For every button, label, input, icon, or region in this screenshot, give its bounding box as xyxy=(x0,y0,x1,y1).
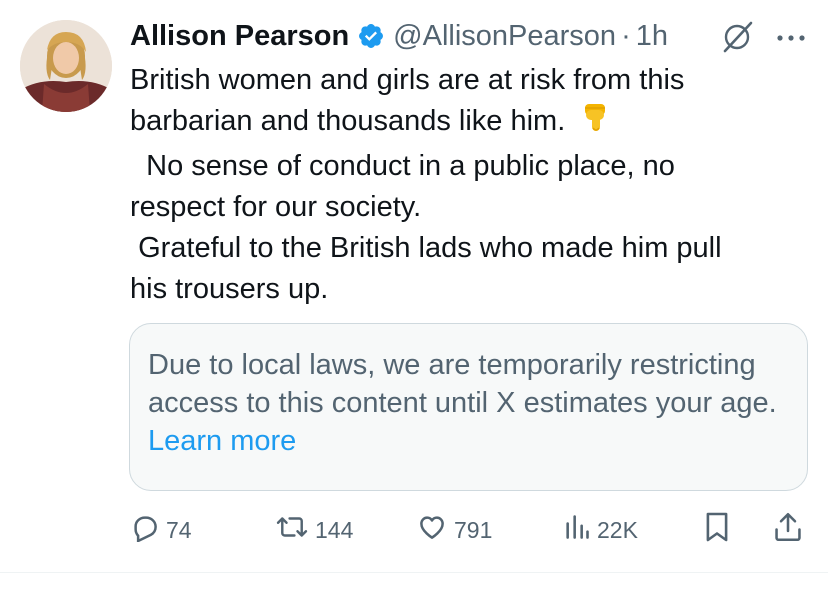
share-button[interactable] xyxy=(774,510,802,550)
avatar[interactable] xyxy=(20,20,112,112)
tweet-line: respect for our society. xyxy=(130,191,422,223)
tweet-text: British women and girls are at risk from… xyxy=(130,60,810,310)
like-button[interactable]: 791 xyxy=(416,510,492,550)
author-name[interactable]: Allison Pearson xyxy=(130,20,349,53)
author-handle[interactable]: @AllisonPearson xyxy=(393,20,616,53)
tweet-line: his trousers up. xyxy=(130,273,329,305)
bookmark-button[interactable] xyxy=(704,510,730,550)
repost-button[interactable]: 144 xyxy=(275,510,353,550)
like-count: 791 xyxy=(454,516,493,543)
tweet-line: Grateful to the British lads who made hi… xyxy=(130,232,722,264)
repost-count: 144 xyxy=(315,516,354,543)
backhand-index-pointing-down-icon xyxy=(583,102,609,146)
reply-count: 74 xyxy=(166,516,192,543)
bookmark-icon xyxy=(704,511,730,549)
more-icon[interactable] xyxy=(776,30,806,48)
timestamp[interactable]: 1h xyxy=(636,20,668,53)
share-icon xyxy=(774,511,802,549)
views-count: 22K xyxy=(597,516,638,543)
like-icon xyxy=(416,512,448,548)
repost-icon xyxy=(275,512,309,548)
notice-text: Due to local laws, we are temporarily re… xyxy=(148,349,777,419)
avatar-photo xyxy=(20,20,112,112)
separator-dot: · xyxy=(621,19,631,52)
reply-icon xyxy=(130,512,160,548)
verified-badge-icon[interactable] xyxy=(357,22,385,50)
tweet-header: Allison Pearson @AllisonPearson · 1h xyxy=(130,16,668,56)
age-restriction-notice: Due to local laws, we are temporarily re… xyxy=(129,323,808,491)
tweet-line: British women and girls are at risk from… xyxy=(130,64,685,96)
tweet-divider xyxy=(0,572,828,573)
reply-button[interactable]: 74 xyxy=(130,510,192,550)
views-icon xyxy=(563,512,591,548)
grok-icon[interactable] xyxy=(720,20,754,59)
tweet-line: barbarian and thousands like him. xyxy=(130,101,810,146)
tweet[interactable]: Allison Pearson @AllisonPearson · 1h Bri… xyxy=(0,0,828,573)
tweet-line: No sense of conduct in a public place, n… xyxy=(130,150,675,182)
views-button[interactable]: 22K xyxy=(563,510,638,550)
action-bar: 74 144 791 22K xyxy=(0,510,828,550)
learn-more-link[interactable]: Learn more xyxy=(148,425,296,457)
